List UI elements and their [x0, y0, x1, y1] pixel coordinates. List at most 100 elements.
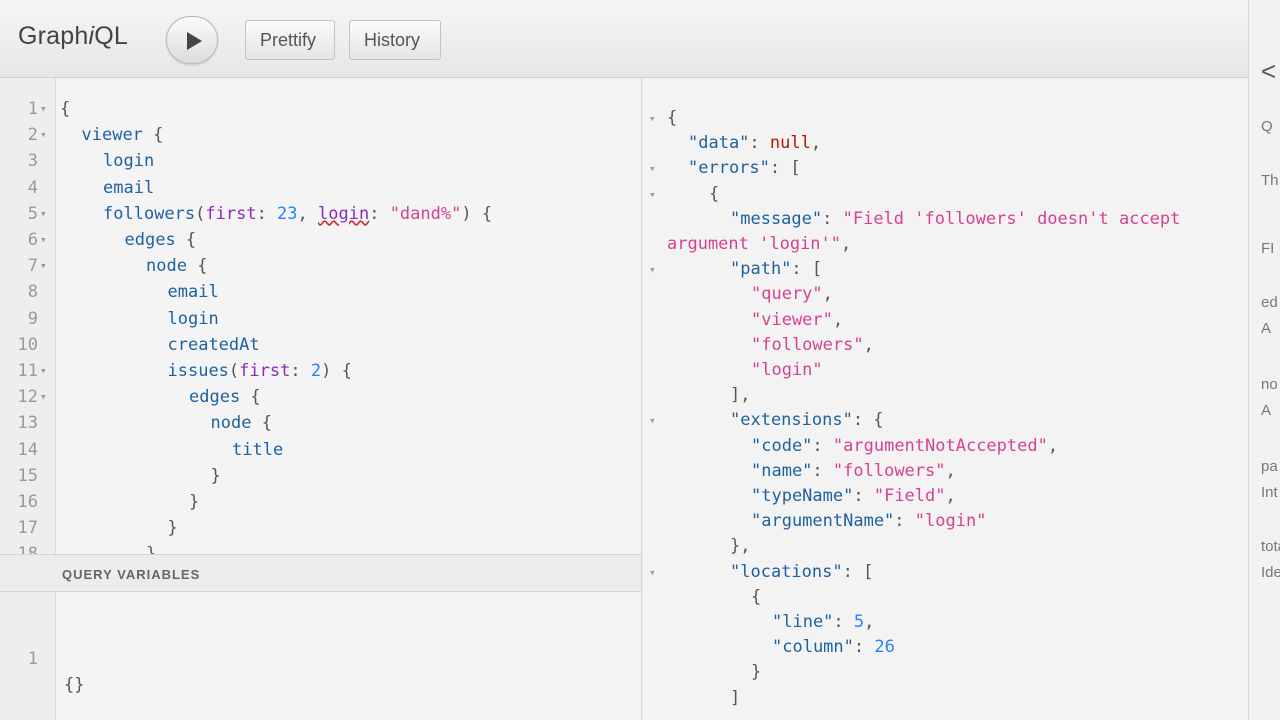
doc-fragment: Q — [1261, 118, 1273, 135]
query-code: } — [167, 518, 178, 539]
query-code: } — [189, 492, 200, 512]
result-code: "login" — [751, 360, 823, 380]
line-number: 1 — [27, 99, 38, 119]
result-code: "followers", — [751, 334, 874, 355]
result-code: "path": [ — [730, 259, 823, 280]
fold-arrow-icon[interactable]: ▾ — [649, 156, 656, 181]
fold-arrow-icon[interactable]: ▾ — [649, 106, 656, 131]
doc-fragment: pa — [1261, 458, 1278, 475]
result-code: "data": null, — [688, 133, 822, 154]
fold-arrow-icon[interactable]: ▾ — [649, 182, 656, 207]
query-code: login — [167, 308, 219, 329]
result-code: ], — [730, 385, 751, 406]
line-number: 2 — [27, 125, 38, 146]
doc-fragment: Th — [1261, 172, 1279, 189]
result-code: "query", — [751, 284, 833, 305]
line-number: 7 — [27, 256, 38, 277]
line-number: 12 — [17, 387, 38, 408]
doc-fragment: ed — [1261, 294, 1278, 311]
result-code: "typeName": "Field", — [751, 486, 956, 506]
query-code: issues(first: 2) { — [167, 361, 352, 381]
query-code: email — [167, 282, 219, 303]
result-code: "line": 5, — [772, 612, 875, 632]
line-number: 17 — [17, 518, 38, 539]
line-number: 4 — [27, 177, 38, 198]
line-number: 11 — [17, 361, 38, 381]
doc-fragment: A — [1261, 320, 1272, 337]
fold-arrow-icon[interactable]: ▾ — [40, 96, 47, 122]
result-code: ] — [730, 687, 741, 708]
result-code: "message": "Field 'followers' doesn't ac… — [730, 208, 1181, 229]
query-variables-header[interactable]: QUERY VARIABLES — [0, 554, 642, 592]
result-code: { — [709, 183, 720, 204]
fold-arrow-icon[interactable]: ▾ — [40, 122, 47, 148]
fold-arrow-icon[interactable]: ▾ — [40, 201, 47, 227]
query-code: node { — [146, 256, 208, 277]
result-code: } — [751, 662, 762, 683]
query-code: createdAt — [167, 334, 260, 355]
line-number: 18 — [0, 541, 38, 554]
query-code: edges { — [124, 230, 197, 250]
query-code: } — [146, 541, 156, 554]
fold-arrow-icon[interactable]: ▾ — [40, 358, 47, 384]
doc-fragment: Ide — [1261, 564, 1280, 581]
line-number: 6 — [27, 230, 38, 250]
result-code: "name": "followers", — [751, 460, 956, 481]
query-code: edges { — [189, 387, 261, 408]
result-code: "locations": [ — [730, 561, 874, 582]
doc-fragment: FI — [1261, 240, 1275, 257]
doc-fragment: tota — [1261, 538, 1280, 555]
doc-fragment: no — [1261, 376, 1278, 393]
line-number: 16 — [17, 492, 38, 512]
fold-arrow-icon[interactable]: ▾ — [40, 227, 47, 253]
result-code: argument 'login'", — [667, 234, 852, 254]
line-number: 8 — [27, 282, 38, 303]
variables-code: {} — [64, 675, 85, 695]
documentation-explorer[interactable]: < Q Th FI ed Ano Apa Int tota Ide — [1248, 0, 1280, 720]
result-code: { — [667, 108, 678, 128]
play-icon — [187, 32, 202, 50]
line-number: 1 — [27, 649, 38, 669]
fold-arrow-icon[interactable]: ▾ — [649, 560, 656, 585]
result-code: "code": "argumentNotAccepted", — [751, 435, 1059, 456]
line-number: 13 — [17, 413, 38, 434]
variables-line: 1 {} — [0, 620, 85, 695]
line-number: 5 — [27, 203, 38, 224]
query-variables-editor[interactable]: 1 {} — [0, 592, 642, 720]
result-viewer[interactable]: ▾ { "data": null, ▾ "errors": [ ▾ { "message": … — [643, 78, 1248, 720]
query-code: } — [210, 465, 221, 486]
result-code: { — [751, 586, 762, 607]
query-code: title — [232, 439, 284, 460]
fold-arrow-icon[interactable]: ▾ — [649, 257, 656, 282]
result-code: "extensions": { — [730, 410, 884, 431]
toolbar: GraphiQL Prettify History — [0, 0, 1248, 78]
line-number: 9 — [27, 308, 38, 329]
result-code: "column": 26 — [772, 637, 895, 658]
query-code: email — [103, 177, 155, 198]
fold-arrow-icon[interactable]: ▾ — [649, 408, 656, 433]
result-code: "viewer", — [751, 309, 844, 330]
result-code: "errors": [ — [688, 158, 801, 179]
query-code: viewer { — [81, 125, 164, 146]
chevron-left-icon[interactable]: < — [1261, 56, 1276, 87]
doc-fragment: A — [1261, 402, 1272, 419]
fold-arrow-icon[interactable]: ▾ — [40, 384, 47, 410]
line-number: 3 — [27, 151, 38, 172]
result-code: "argumentName": "login" — [751, 511, 987, 532]
line-number: 15 — [17, 465, 38, 486]
query-variables-title: QUERY VARIABLES — [62, 567, 201, 582]
history-button[interactable]: History — [349, 20, 441, 60]
doc-fragment: Int — [1261, 484, 1278, 501]
query-code: { — [60, 99, 71, 119]
query-code: followers(first: 23, login: "dand%") { — [103, 203, 493, 224]
result-code: }, — [730, 536, 751, 557]
query-code: node { — [210, 413, 272, 434]
query-editor[interactable]: 1 ▾{2 ▾ viewer {3 login 4 email 5 ▾ followers(fir… — [0, 78, 642, 554]
prettify-button[interactable]: Prettify — [245, 20, 335, 60]
query-code: login — [103, 151, 155, 172]
graphiql-logo: GraphiQL — [18, 22, 128, 50]
fold-arrow-icon[interactable]: ▾ — [40, 253, 47, 279]
execute-query-button[interactable] — [166, 16, 218, 64]
line-number: 10 — [17, 334, 38, 355]
line-number: 14 — [17, 439, 38, 460]
